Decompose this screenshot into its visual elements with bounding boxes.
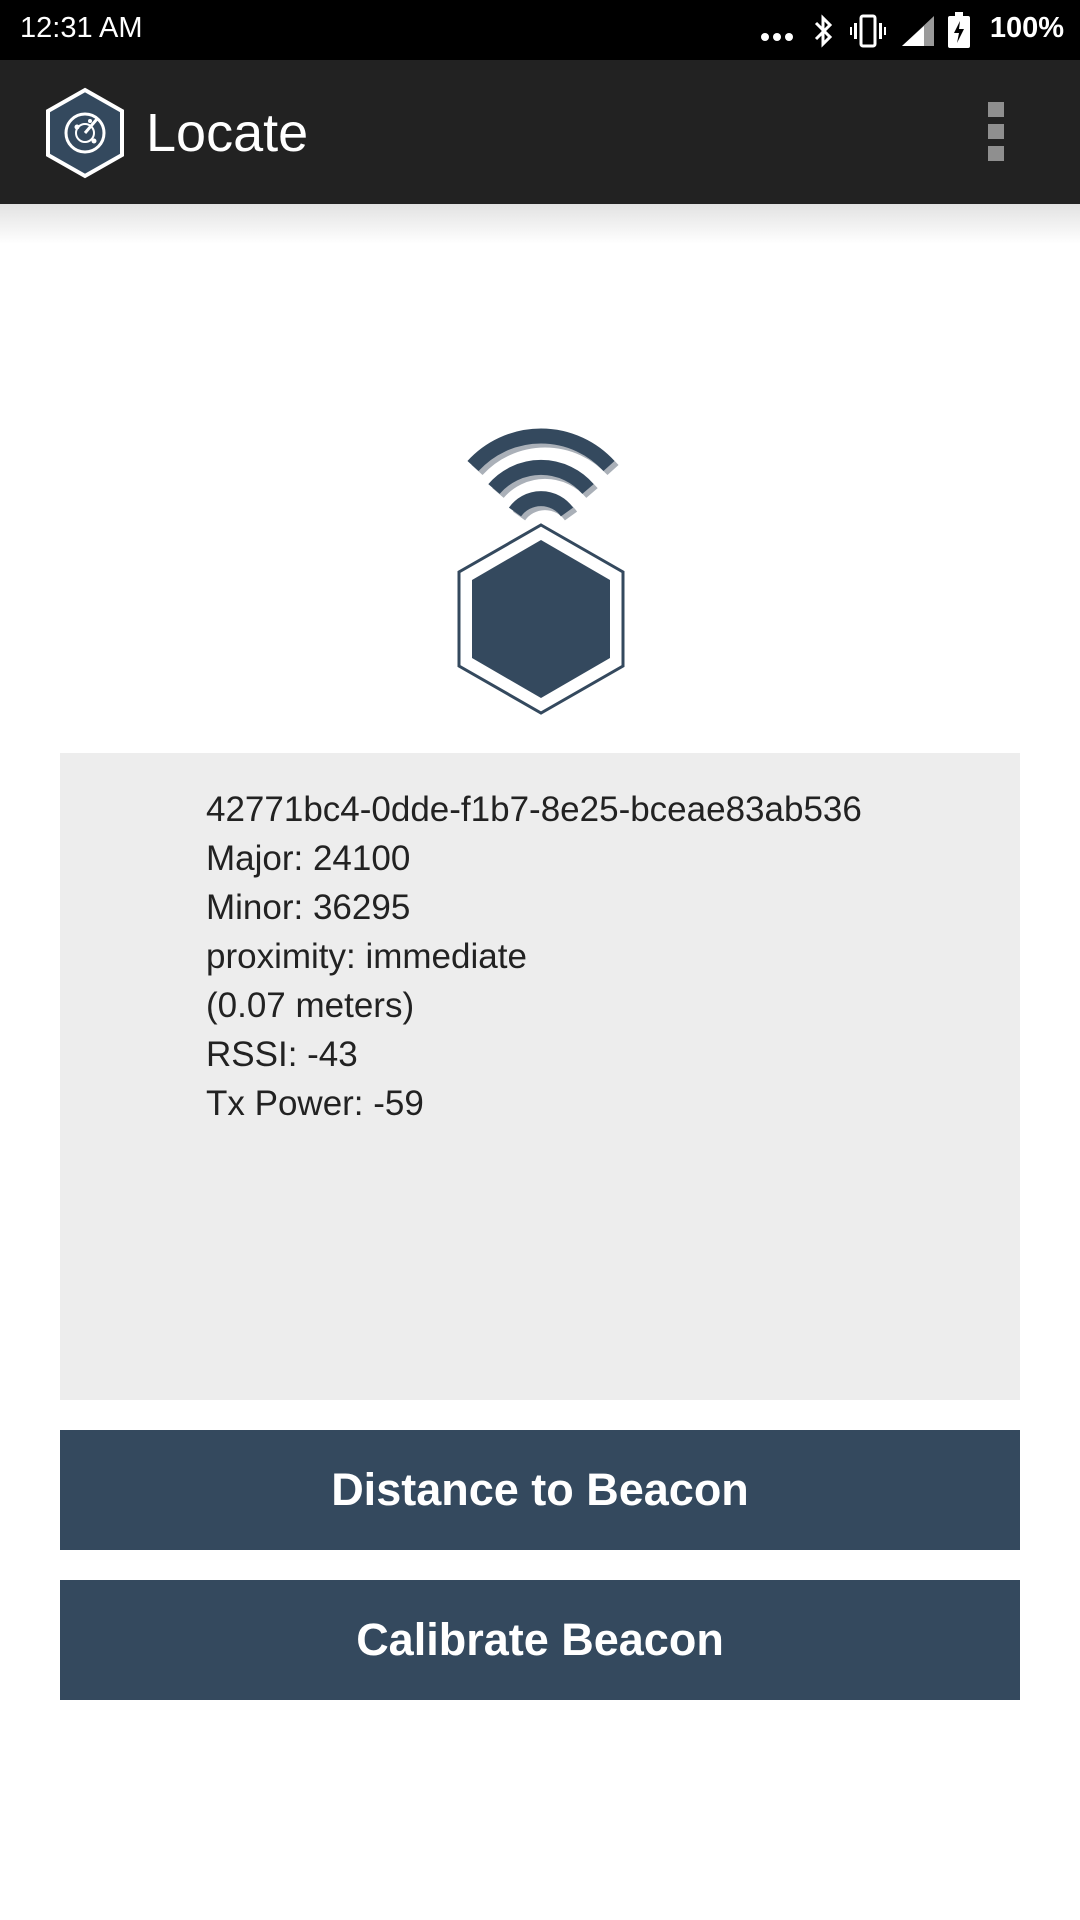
beacon-tx-power: Tx Power: -59	[206, 1084, 424, 1123]
overflow-menu-icon[interactable]	[978, 100, 1014, 164]
vibrate-icon	[850, 14, 886, 48]
status-time: 12:31 AM	[20, 12, 143, 44]
distance-to-beacon-button[interactable]: Distance to Beacon	[60, 1430, 1020, 1550]
app-bar-shadow	[0, 204, 1080, 244]
battery-charging-icon	[948, 12, 970, 48]
calibrate-beacon-button[interactable]: Calibrate Beacon	[60, 1580, 1020, 1700]
beacon-minor: Minor: 36295	[206, 888, 411, 927]
beacon-major: Major: 24100	[206, 839, 411, 878]
signal-icon	[902, 16, 934, 46]
beacon-broadcast-icon	[457, 428, 625, 715]
beacon-uuid: 42771bc4-0dde-f1b7-8e25-bceae83ab536	[206, 790, 862, 829]
beacon-info-panel: 42771bc4-0dde-f1b7-8e25-bceae83ab536 Maj…	[60, 753, 1020, 1400]
more-dots-icon	[761, 33, 793, 41]
beacon-distance: (0.07 meters)	[206, 986, 415, 1025]
beacon-proximity: proximity: immediate	[206, 937, 527, 976]
battery-percentage: 100%	[989, 12, 1064, 44]
beacon-details: 42771bc4-0dde-f1b7-8e25-bceae83ab536 Maj…	[206, 785, 862, 1128]
bluetooth-icon	[814, 14, 833, 48]
status-icons: 100%	[750, 0, 1080, 60]
status-bar: 12:31 AM 100%	[0, 0, 1080, 60]
app-title: Locate	[146, 103, 309, 163]
radar-hexagon-logo	[46, 87, 124, 179]
beacon-rssi: RSSI: -43	[206, 1035, 358, 1074]
